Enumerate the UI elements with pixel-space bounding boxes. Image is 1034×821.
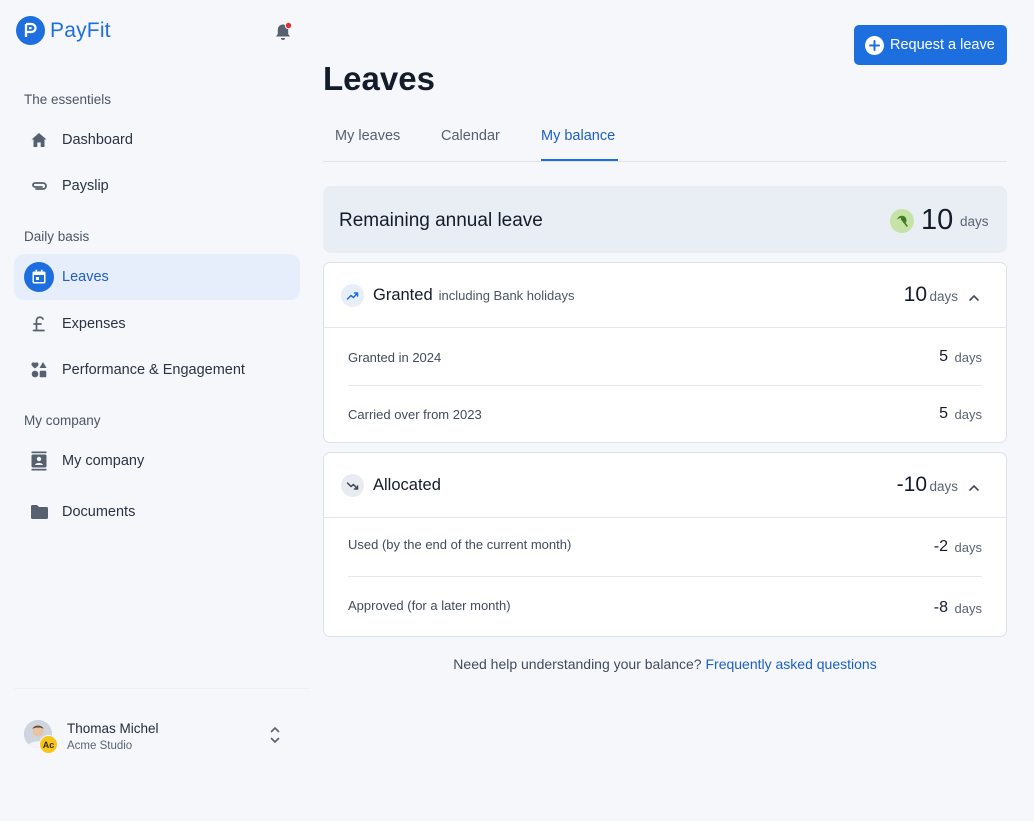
allocated-value: -10: [896, 473, 927, 496]
granted-card: Granted including Bank holidays 10 days G…: [323, 262, 1007, 443]
sidebar-item-label: Dashboard: [62, 132, 133, 148]
granted-value: 10: [903, 283, 927, 306]
allocated-header[interactable]: Allocated -10 days: [324, 453, 1006, 518]
allocated-unit: days: [929, 479, 958, 494]
list-item: Carried over from 2023 5 days: [348, 405, 982, 426]
row-unit: days: [954, 350, 982, 365]
avatar: Ac: [24, 720, 58, 754]
faq-link[interactable]: Frequently asked questions: [705, 656, 876, 672]
row-value: -8: [933, 599, 948, 616]
sidebar: PayFit The essentiels Dashboard Payslip …: [0, 0, 310, 821]
trend-down-icon: [341, 474, 364, 497]
beach-umbrella-icon: [890, 209, 914, 233]
remaining-title: Remaining annual leave: [339, 210, 543, 231]
allocated-card: Allocated -10 days Used (by the end of t…: [323, 452, 1007, 637]
bell-icon[interactable]: [272, 21, 294, 43]
tab-bar: My leaves Calendar My balance: [323, 112, 1007, 162]
section-label-essentials: The essentiels: [24, 92, 112, 107]
pound-icon: [28, 313, 50, 335]
row-unit: days: [954, 601, 982, 616]
granted-subtitle: including Bank holidays: [438, 288, 575, 303]
granted-unit: days: [929, 289, 958, 304]
section-label-daily-basis: Daily basis: [24, 229, 90, 244]
tab-calendar[interactable]: Calendar: [441, 128, 500, 144]
shapes-icon: [28, 359, 50, 381]
calendar-icon: [24, 262, 54, 292]
list-item: Granted in 2024 5 days: [348, 348, 982, 369]
list-item: Approved (for a later month) -8 days: [348, 598, 982, 620]
user-switcher[interactable]: Ac Thomas Michel Acme Studio: [24, 716, 286, 756]
tab-my-leaves[interactable]: My leaves: [335, 128, 400, 144]
row-value: 5: [939, 348, 948, 365]
chevron-up-icon[interactable]: [968, 290, 980, 301]
payfit-logo[interactable]: PayFit: [16, 16, 111, 45]
request-leave-label: Request a leave: [890, 37, 995, 53]
chevron-up-down-icon: [268, 724, 282, 746]
row-label: Approved (for a later month): [348, 598, 511, 613]
page-title: Leaves: [323, 60, 435, 97]
contact-card-icon: [28, 450, 50, 472]
sidebar-item-my-company[interactable]: My company: [14, 438, 300, 484]
remaining-unit: days: [960, 214, 989, 229]
sidebar-divider: [14, 688, 310, 689]
user-name: Thomas Michel: [67, 720, 159, 736]
org-badge: Ac: [39, 735, 58, 754]
remaining-value: 10: [921, 204, 954, 236]
sidebar-item-leaves[interactable]: Leaves: [14, 254, 300, 300]
request-leave-button[interactable]: Request a leave: [854, 25, 1007, 65]
row-divider: [348, 576, 982, 577]
granted-title: Granted: [373, 286, 433, 304]
row-unit: days: [954, 407, 982, 422]
row-value: -2: [933, 538, 948, 555]
paperclip-icon: [28, 175, 50, 197]
sidebar-item-payslip[interactable]: Payslip: [14, 163, 300, 209]
remaining-leave-summary: Remaining annual leave 10 days: [323, 186, 1007, 253]
row-divider: [348, 385, 982, 386]
folder-icon: [28, 501, 50, 523]
active-tab-indicator: [541, 159, 618, 161]
list-item: Used (by the end of the current month) -…: [348, 537, 982, 559]
sidebar-item-documents[interactable]: Documents: [14, 489, 300, 535]
plus-circle-icon: [865, 35, 884, 55]
help-footer: Need help understanding your balance? Fr…: [323, 656, 1007, 672]
sidebar-item-performance[interactable]: Performance & Engagement: [14, 347, 300, 393]
help-text: Need help understanding your balance?: [453, 656, 702, 672]
chevron-up-icon[interactable]: [968, 480, 980, 491]
sidebar-item-expenses[interactable]: Expenses: [14, 301, 300, 347]
sidebar-item-label: Payslip: [62, 178, 109, 194]
row-value: 5: [939, 405, 948, 422]
trend-up-icon: [341, 284, 364, 307]
section-label-my-company: My company: [24, 413, 101, 428]
sidebar-item-dashboard[interactable]: Dashboard: [14, 117, 300, 163]
sidebar-item-label: Performance & Engagement: [62, 362, 245, 378]
allocated-title: Allocated: [373, 476, 441, 494]
sidebar-item-label: Expenses: [62, 316, 126, 332]
row-label: Used (by the end of the current month): [348, 537, 572, 552]
row-unit: days: [954, 540, 982, 555]
user-org: Acme Studio: [67, 739, 133, 752]
granted-header[interactable]: Granted including Bank holidays 10 days: [324, 263, 1006, 328]
tab-my-balance[interactable]: My balance: [541, 128, 615, 144]
sidebar-item-label: Leaves: [62, 269, 109, 285]
sidebar-item-label: Documents: [62, 504, 136, 520]
row-label: Granted in 2024: [348, 350, 442, 365]
row-label: Carried over from 2023: [348, 407, 482, 422]
sidebar-item-label: My company: [62, 453, 145, 469]
payfit-logo-icon: [16, 16, 45, 45]
home-icon: [28, 129, 50, 151]
brand-name: PayFit: [50, 18, 111, 42]
